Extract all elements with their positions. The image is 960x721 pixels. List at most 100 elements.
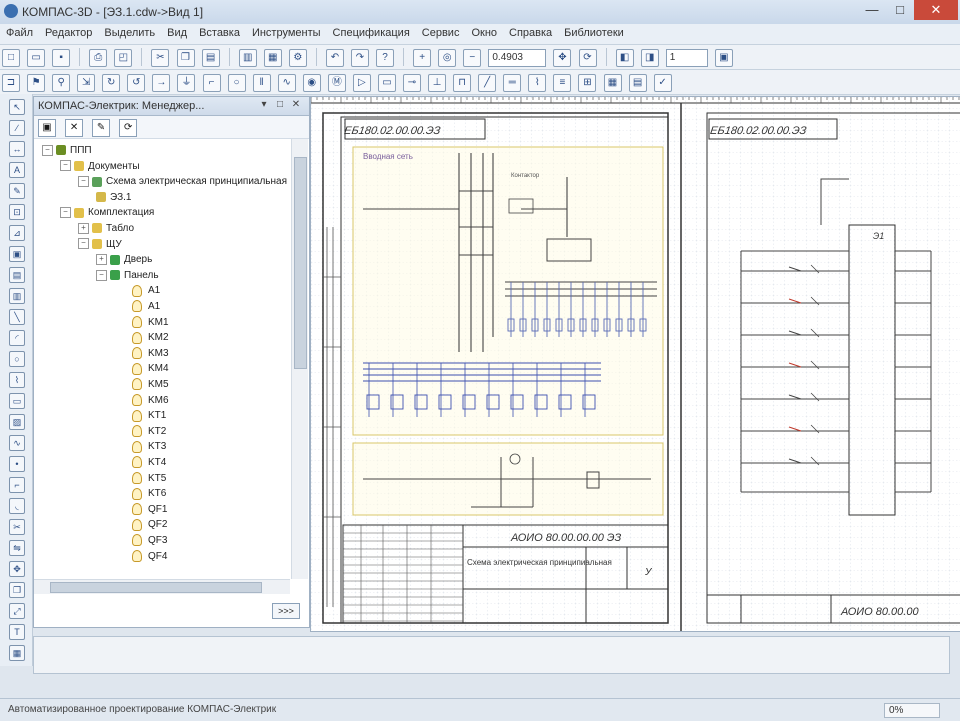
expand-panel-button[interactable]: >>> (272, 603, 300, 619)
undo-icon[interactable]: ↶ (325, 49, 344, 67)
maximize-button[interactable]: □ (886, 0, 914, 20)
terminal-icon[interactable]: ⊥ (428, 74, 447, 92)
new-file-icon[interactable]: □ (2, 49, 20, 67)
hatch-tool-icon[interactable]: ▨ (9, 414, 25, 430)
mirror-tool-icon[interactable]: ⇋ (9, 540, 25, 556)
component-item[interactable]: A1 (132, 283, 160, 298)
component-item[interactable]: QF1 (132, 502, 167, 517)
layer-manager-icon[interactable]: ▣ (714, 49, 733, 67)
select-icon[interactable]: ▣ (9, 246, 25, 262)
menu-item[interactable]: Редактор (39, 24, 98, 42)
component-item[interactable]: KM1 (132, 315, 169, 330)
pin-icon[interactable]: ▾ (258, 99, 270, 111)
switch-icon[interactable]: ⌐ (202, 74, 221, 92)
bus-icon[interactable]: ═ (503, 74, 522, 92)
component-item[interactable]: KM3 (132, 346, 169, 361)
capacitor-icon[interactable]: ‖ (252, 74, 271, 92)
lamp-icon[interactable]: ○ (227, 74, 246, 92)
rotate-back-icon[interactable]: ↺ (127, 74, 146, 92)
restore-icon[interactable]: □ (274, 99, 286, 111)
refresh-icon[interactable]: ⟳ (578, 49, 597, 67)
contact-icon[interactable]: ⊐ (2, 74, 20, 92)
expand-toggle-icon[interactable]: − (78, 238, 89, 250)
menu-item[interactable]: Вставка (193, 24, 246, 42)
paste-icon[interactable]: ▤ (201, 49, 220, 67)
table-icon[interactable]: ▦ (603, 74, 622, 92)
measure-icon[interactable]: ⊿ (9, 225, 25, 241)
spline-tool-icon[interactable]: ∿ (9, 435, 25, 451)
close-button[interactable]: ✕ (914, 0, 958, 20)
tree-item[interactable]: − Комплектация (60, 205, 154, 220)
zoom-in-icon[interactable]: + (413, 49, 432, 67)
expand-toggle-icon[interactable]: − (60, 160, 71, 172)
component-item[interactable]: QF4 (132, 549, 167, 564)
properties-bar[interactable] (33, 636, 950, 674)
cut-icon[interactable]: ✂ (151, 49, 170, 67)
tree-item[interactable]: ЭЗ.1 (96, 190, 131, 205)
arrow-right-icon[interactable]: → (152, 74, 171, 92)
component-item[interactable]: KM5 (132, 377, 169, 392)
save-icon[interactable]: ▪ (52, 49, 71, 67)
zoom-out-icon[interactable]: − (463, 49, 482, 67)
move-tool-icon[interactable]: ✥ (9, 561, 25, 577)
expand-toggle-icon[interactable]: − (96, 269, 107, 281)
component-item[interactable]: QF3 (132, 533, 167, 548)
motor-icon[interactable]: Ⓜ (327, 74, 346, 92)
expand-toggle-icon[interactable]: − (78, 176, 89, 188)
copy-icon[interactable]: ❐ (176, 49, 195, 67)
circle-tool-icon[interactable]: ○ (9, 351, 25, 367)
point-tool-icon[interactable]: • (9, 456, 25, 472)
zoom-scale-select[interactable]: 0.4903 (488, 49, 547, 67)
pan-icon[interactable]: ✥ (553, 49, 572, 67)
menu-item[interactable]: Инструменты (246, 24, 327, 42)
arc-tool-icon[interactable]: ◜ (9, 330, 25, 346)
drawing-svg[interactable]: ЕБ180.02.00.00.ЭЗ Вводная сеть Контактор (311, 97, 960, 631)
zoom-window-icon[interactable]: ◎ (438, 49, 457, 67)
rect-tool-icon[interactable]: ▭ (9, 393, 25, 409)
coil-icon[interactable]: ∿ (277, 74, 296, 92)
line-tool-icon[interactable]: ╲ (9, 309, 25, 325)
table-tool-icon[interactable]: ▦ (9, 645, 25, 661)
tree-vertical-scrollbar[interactable] (291, 139, 308, 579)
menu-item[interactable]: Окно (465, 24, 503, 42)
chamfer-tool-icon[interactable]: ⌐ (9, 477, 25, 493)
tree-item[interactable]: + Дверь (96, 252, 152, 267)
diode-icon[interactable]: ▷ (352, 74, 371, 92)
tree-item[interactable]: − ППП (42, 143, 92, 158)
component-item[interactable]: KT1 (132, 408, 166, 423)
open-file-icon[interactable]: ▭ (27, 49, 46, 67)
expand-toggle-icon[interactable]: + (78, 222, 89, 234)
help-icon[interactable]: ? (376, 49, 395, 67)
tree-item[interactable]: − Документы (60, 159, 140, 174)
expand-toggle-icon[interactable]: − (42, 144, 53, 156)
component-item[interactable]: KM6 (132, 393, 169, 408)
component-item[interactable]: QF2 (132, 517, 167, 532)
report-icon[interactable]: ▤ (628, 74, 647, 92)
breaker-icon[interactable]: ⊸ (403, 74, 421, 92)
annotation-icon[interactable]: A (9, 162, 25, 178)
drawing-canvas[interactable]: ЕБ180.02.00.00.ЭЗ Вводная сеть Контактор (310, 96, 960, 632)
copy-tool-icon[interactable]: ❐ (9, 582, 25, 598)
flag-icon[interactable]: ⚑ (27, 74, 46, 92)
component-item[interactable]: KT6 (132, 486, 166, 501)
print-icon[interactable]: ⎙ (89, 49, 108, 67)
fuse-icon[interactable]: ▭ (377, 74, 396, 92)
trim-tool-icon[interactable]: ✂ (9, 519, 25, 535)
menu-item[interactable]: Вид (161, 24, 193, 42)
preview-icon[interactable]: ◰ (114, 49, 133, 67)
menu-item[interactable]: Справка (503, 24, 558, 42)
layer-select[interactable]: 1 (665, 49, 708, 67)
spec-icon[interactable]: ▤ (9, 267, 25, 283)
component-item[interactable]: KM2 (132, 330, 169, 345)
polyline-tool-icon[interactable]: ⌇ (9, 372, 25, 388)
link-icon[interactable]: ⚲ (52, 74, 71, 92)
ground-icon[interactable]: ⏚ (177, 74, 196, 92)
settings-icon[interactable]: ⚙ (288, 49, 307, 67)
wire-icon[interactable]: ⌇ (528, 74, 547, 92)
panel-close-icon[interactable]: ✕ (290, 99, 302, 111)
address-icon[interactable]: ⊞ (578, 74, 597, 92)
component-item[interactable]: A1 (132, 299, 160, 314)
expand-toggle-icon[interactable]: − (60, 207, 71, 219)
update-icon[interactable]: ⟳ (119, 119, 138, 137)
rotate-icon[interactable]: ↻ (102, 74, 121, 92)
